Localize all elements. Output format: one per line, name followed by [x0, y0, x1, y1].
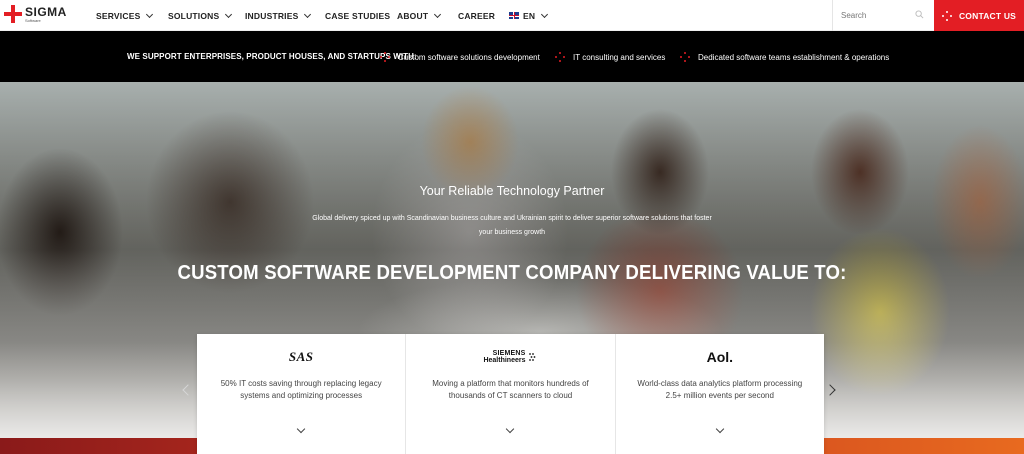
uk-flag-icon	[509, 12, 519, 19]
aol-logo-text: Aol.	[706, 349, 734, 365]
nav-about-label: ABOUT	[397, 10, 429, 21]
language-selector[interactable]: EN	[509, 0, 549, 31]
case-card-siemens[interactable]: SIEMENS Healthineers Moving a platform t…	[406, 334, 616, 454]
case-description: Moving a platform that monitors hundreds…	[432, 379, 589, 400]
nav-solutions-label: SOLUTIONS	[168, 10, 220, 21]
hero-headline: CUSTOM SOFTWARE DEVELOPMENT COMPANY DELI…	[177, 262, 847, 284]
sigma-cross-icon	[4, 5, 22, 23]
case-card-aol[interactable]: Aol. World-class data analytics platform…	[616, 334, 824, 454]
support-item-it-consulting[interactable]: IT consulting and services	[555, 52, 665, 62]
support-bar: WE SUPPORT ENTERPRISES, PRODUCT HOUSES, …	[0, 31, 1024, 82]
contact-us-label: CONTACT US	[958, 10, 1017, 21]
top-navigation: SIGMA Software SERVICES SOLUTIONS INDUST…	[0, 0, 1024, 31]
chevron-down-icon[interactable]	[715, 424, 725, 434]
case-description: World-class data analytics platform proc…	[637, 379, 803, 400]
support-lead-text: WE SUPPORT ENTERPRISES, PRODUCT HOUSES, …	[127, 52, 417, 61]
search-input[interactable]	[841, 11, 911, 20]
chevron-down-icon[interactable]	[296, 424, 306, 434]
support-item-custom-software[interactable]: Custom software solutions development	[380, 52, 540, 62]
chevron-down-icon[interactable]	[506, 424, 515, 434]
case-description: 50% IT costs saving through replacing le…	[220, 379, 382, 400]
nav-industries[interactable]: INDUSTRIES	[245, 0, 312, 31]
nav-case-studies-label: CASE STUDIES	[325, 10, 391, 21]
nav-about[interactable]: ABOUT	[397, 0, 442, 31]
siemens-healthineers-logo: SIEMENS Healthineers	[406, 348, 614, 366]
logo-wordmark: SIGMA	[25, 4, 67, 19]
siemens-logo-line1: SIEMENS	[492, 350, 526, 357]
language-label: EN	[523, 10, 536, 21]
siemens-dots-icon	[528, 353, 535, 361]
logo-subtitle: Software	[25, 17, 41, 23]
siemens-logo-line2: Healthineers	[483, 357, 526, 364]
chevron-down-icon	[225, 10, 233, 18]
nav-services-label: SERVICES	[96, 10, 141, 21]
aol-logo: Aol.	[616, 348, 824, 366]
support-item-label: Dedicated software teams establishment &…	[698, 52, 890, 62]
chevron-down-icon	[304, 10, 312, 18]
chevron-down-icon	[434, 10, 442, 18]
support-item-label: Custom software solutions development	[398, 52, 540, 62]
hero-tagline: Your Reliable Technology Partner	[419, 184, 605, 198]
support-item-dedicated-teams[interactable]: Dedicated software teams establishment &…	[680, 52, 889, 62]
dots-icon	[941, 10, 952, 21]
nav-career-label: CAREER	[458, 10, 496, 21]
red-dots-icon	[380, 52, 390, 62]
chevron-down-icon	[541, 10, 549, 18]
red-dots-icon	[680, 52, 690, 62]
search-icon[interactable]	[915, 10, 924, 19]
contact-us-button[interactable]: CONTACT US	[934, 0, 1024, 31]
nav-case-studies[interactable]: CASE STUDIES	[325, 0, 390, 31]
hero-section: Your Reliable Technology Partner Global …	[0, 82, 1024, 454]
support-item-label: IT consulting and services	[573, 52, 666, 62]
nav-services[interactable]: SERVICES	[96, 0, 154, 31]
case-carousel: SAS 50% IT costs saving through replacin…	[197, 334, 824, 454]
nav-industries-label: INDUSTRIES	[245, 10, 299, 21]
sigma-logo[interactable]: SIGMA Software	[4, 5, 67, 23]
sas-logo-text: SAS	[288, 349, 314, 364]
sas-logo: SAS	[197, 348, 405, 366]
hero-subtext: Global delivery spiced up with Scandinav…	[312, 215, 712, 236]
chevron-down-icon	[146, 10, 154, 18]
nav-career[interactable]: CAREER	[458, 0, 495, 31]
red-dots-icon	[555, 52, 565, 62]
search-box	[832, 0, 934, 31]
case-card-sas[interactable]: SAS 50% IT costs saving through replacin…	[197, 334, 407, 454]
nav-solutions[interactable]: SOLUTIONS	[168, 0, 233, 31]
